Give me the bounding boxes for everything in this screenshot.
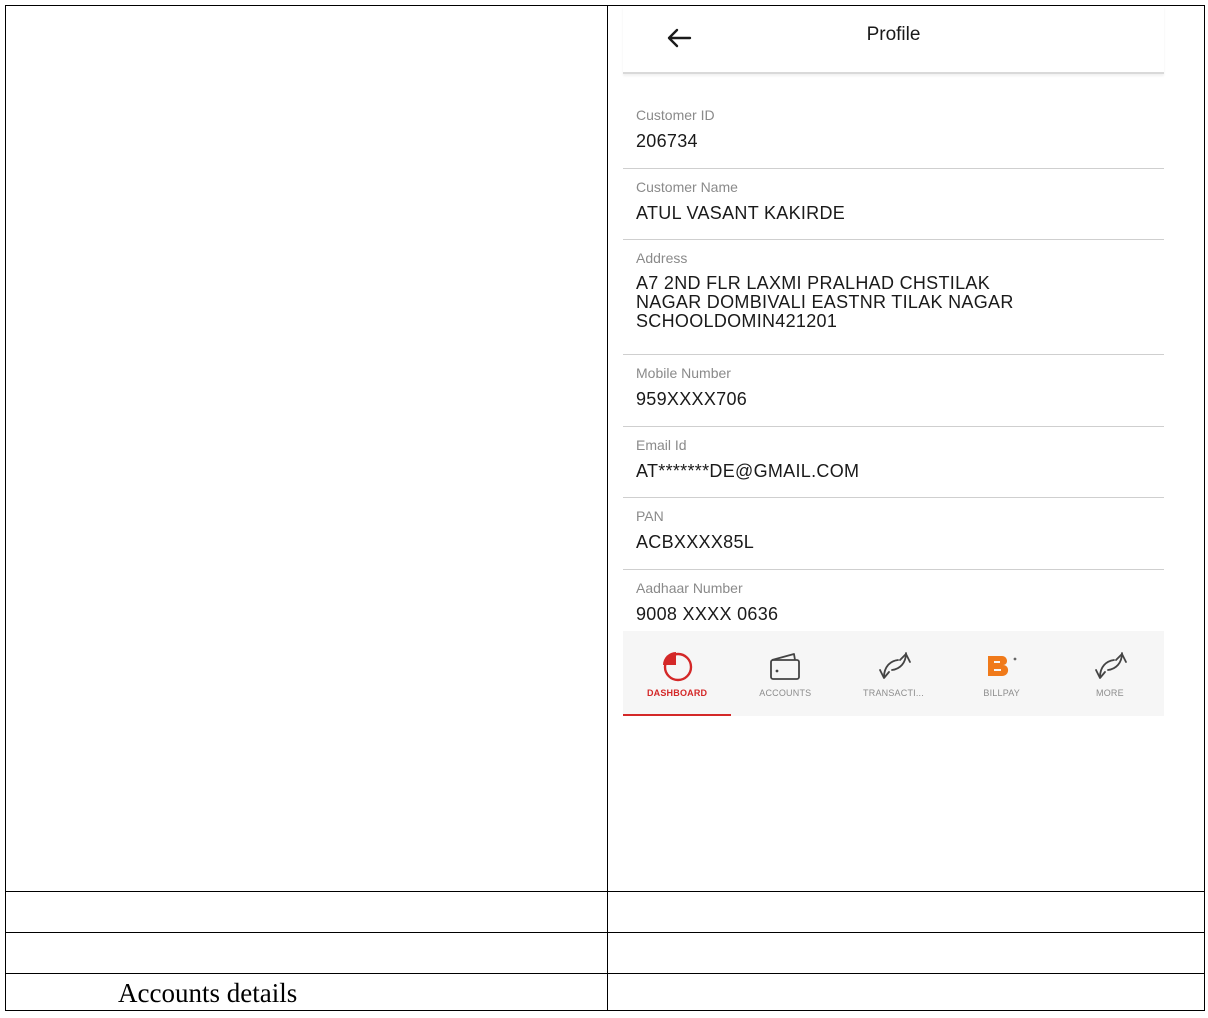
field-label: Customer ID (636, 107, 715, 123)
nav-label: MORE (1096, 688, 1124, 698)
nav-transactions[interactable]: TRANSACTI... (839, 631, 947, 716)
caption-cell: Accounts details (5, 973, 608, 1011)
left-empty-cell (5, 5, 608, 892)
field-value: ACBXXXX85L (636, 532, 755, 552)
field-label: Mobile Number (636, 365, 731, 381)
profile-fields: Customer ID 206734 Customer Name ATUL VA… (623, 97, 1164, 630)
nav-billpay[interactable]: BILLPAY (948, 631, 1056, 716)
pan-field: PAN ACBXXXX85L (623, 498, 1164, 570)
accounts-details-caption: Accounts details (118, 978, 298, 1008)
nav-label: BILLPAY (983, 688, 1020, 698)
transfer-arrows-icon (878, 652, 911, 679)
empty-cell (607, 891, 1205, 933)
customer-name-field: Customer Name ATUL VASANT KAKIRDE (623, 169, 1164, 240)
field-label: PAN (636, 508, 664, 524)
nav-accounts[interactable]: ACCOUNTS (731, 631, 839, 716)
email-field: Email Id AT*******DE@GMAIL.COM (623, 427, 1164, 498)
empty-cell (5, 932, 608, 974)
screenshot-cell: Profile Customer ID 206734 Customer Name… (607, 5, 1205, 892)
document-table: Profile Customer ID 206734 Customer Name… (5, 5, 1205, 1011)
wallet-icon (770, 653, 801, 680)
transfer-arrows-icon (1095, 652, 1127, 679)
empty-cell (607, 973, 1205, 1011)
dashboard-pie-icon (663, 652, 693, 682)
nav-label: DASHBOARD (646, 688, 708, 698)
page-title: Profile (866, 24, 921, 45)
billpay-b-icon (987, 656, 1017, 676)
field-value: 206734 (636, 131, 698, 151)
field-value: 959XXXX706 (636, 389, 748, 409)
field-label: Aadhaar Number (636, 580, 743, 596)
profile-screen: Profile Customer ID 206734 Customer Name… (608, 6, 1204, 891)
field-label: Address (636, 250, 688, 266)
field-label: Customer Name (636, 179, 738, 195)
empty-cell (607, 932, 1205, 974)
field-value: ATUL VASANT KAKIRDE (636, 203, 846, 223)
customer-id-field: Customer ID 206734 (623, 97, 1164, 169)
mobile-number-field: Mobile Number 959XXXX706 (623, 355, 1164, 427)
field-value: 9008 XXXX 0636 (636, 604, 779, 624)
nav-more[interactable]: MORE (1056, 631, 1164, 716)
address-field: Address A7 2ND FLR LAXMI PRALHAD CHSTILA… (623, 240, 1164, 355)
field-value: AT*******DE@GMAIL.COM (636, 461, 860, 481)
bottom-navigation: DASHBOARD ACCOUNTS TRANSACTI... BILLPAY … (623, 631, 1164, 716)
nav-dashboard[interactable]: DASHBOARD (623, 631, 732, 716)
app-bar: Profile (623, 6, 1164, 74)
nav-label: TRANSACTI... (863, 688, 924, 698)
field-value: A7 2ND FLR LAXMI PRALHAD CHSTILAK NAGAR … (636, 273, 1014, 331)
nav-label: ACCOUNTS (759, 688, 812, 698)
aadhaar-field: Aadhaar Number 9008 XXXX 0636 (623, 570, 1164, 630)
empty-cell (5, 891, 608, 933)
field-label: Email Id (636, 437, 687, 453)
